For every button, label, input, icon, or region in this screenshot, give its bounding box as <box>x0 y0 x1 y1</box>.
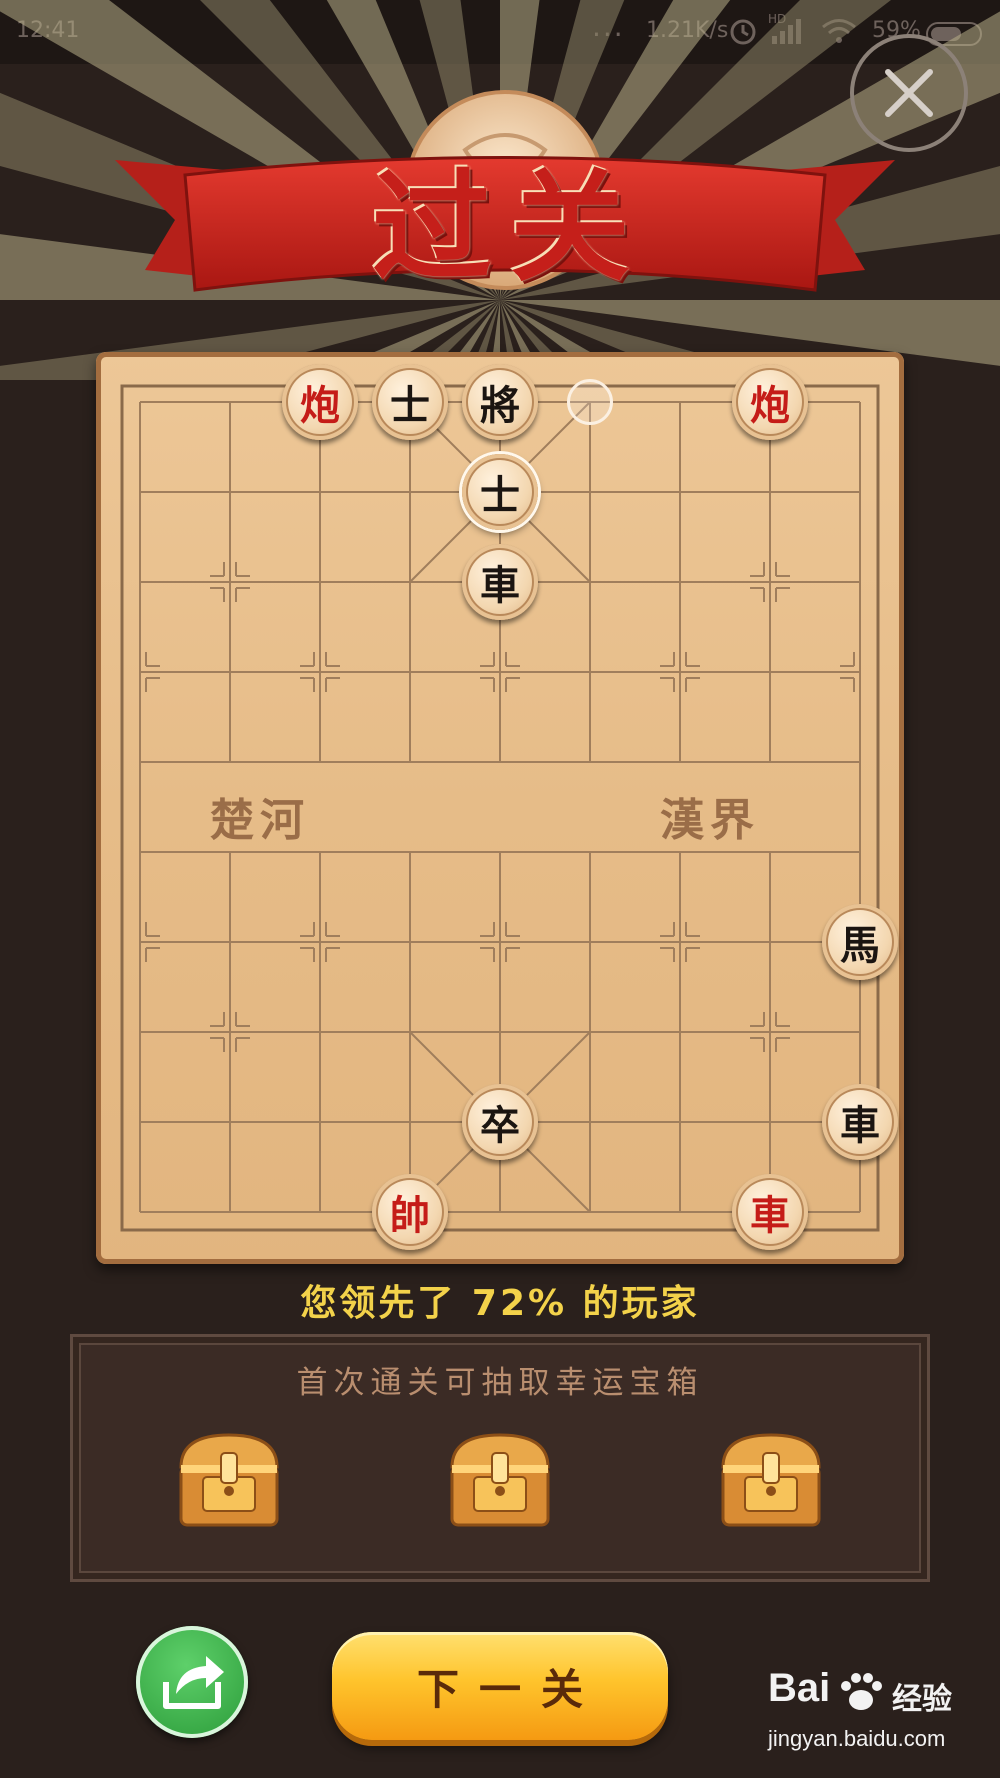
next-level-button[interactable]: 下一关 <box>332 1632 668 1740</box>
share-button[interactable] <box>136 1626 248 1738</box>
treasure-chest-1[interactable] <box>173 1429 285 1533</box>
chess-piece-black-1[interactable]: 士 <box>372 364 448 440</box>
chess-piece-black-7[interactable]: 卒 <box>462 1084 538 1160</box>
treasure-chest-icon <box>179 1433 279 1527</box>
reward-panel: 首次通关可抽取幸运宝箱 <box>70 1334 930 1582</box>
chess-piece-black-6[interactable]: 馬 <box>822 904 898 980</box>
chess-piece-red-3[interactable]: 炮 <box>732 364 808 440</box>
chess-piece-red-0[interactable]: 炮 <box>282 364 358 440</box>
move-target-marker[interactable] <box>567 379 613 425</box>
river-label-han: 漢界 <box>660 795 760 846</box>
river-label-chu: 楚河 <box>210 795 310 846</box>
watermark-brand-cn: 经验 <box>892 1683 952 1716</box>
watermark-brand: Bai <box>768 1666 831 1710</box>
reward-title: 首次通关可抽取幸运宝箱 <box>296 1365 704 1401</box>
paw-icon <box>841 1673 882 1710</box>
treasure-chest-2[interactable] <box>444 1429 556 1533</box>
chess-piece-red-9[interactable]: 帥 <box>372 1174 448 1250</box>
chess-board[interactable]: 楚河 漢界 炮士將炮士車馬卒車帥車 <box>96 352 904 1264</box>
treasure-chest-3[interactable] <box>715 1429 827 1533</box>
share-icon <box>163 1656 224 1709</box>
chess-piece-black-8[interactable]: 車 <box>822 1084 898 1160</box>
baidu-watermark: Bai 经验 jingyan.baidu.com <box>766 1666 996 1778</box>
level-cleared-title: 过关 <box>372 157 648 298</box>
chess-piece-red-10[interactable]: 車 <box>732 1174 808 1250</box>
treasure-chest-icon <box>721 1433 821 1527</box>
next-level-label: 下一关 <box>416 1664 603 1714</box>
treasure-chest-icon <box>450 1433 550 1527</box>
chess-piece-black-4[interactable]: 士 <box>462 454 538 530</box>
chess-piece-black-2[interactable]: 將 <box>462 364 538 440</box>
watermark-url: jingyan.baidu.com <box>768 1726 946 1751</box>
chess-piece-black-5[interactable]: 車 <box>462 544 538 620</box>
lead-percentage-text: 您领先了 72% 的玩家 <box>300 1283 700 1324</box>
